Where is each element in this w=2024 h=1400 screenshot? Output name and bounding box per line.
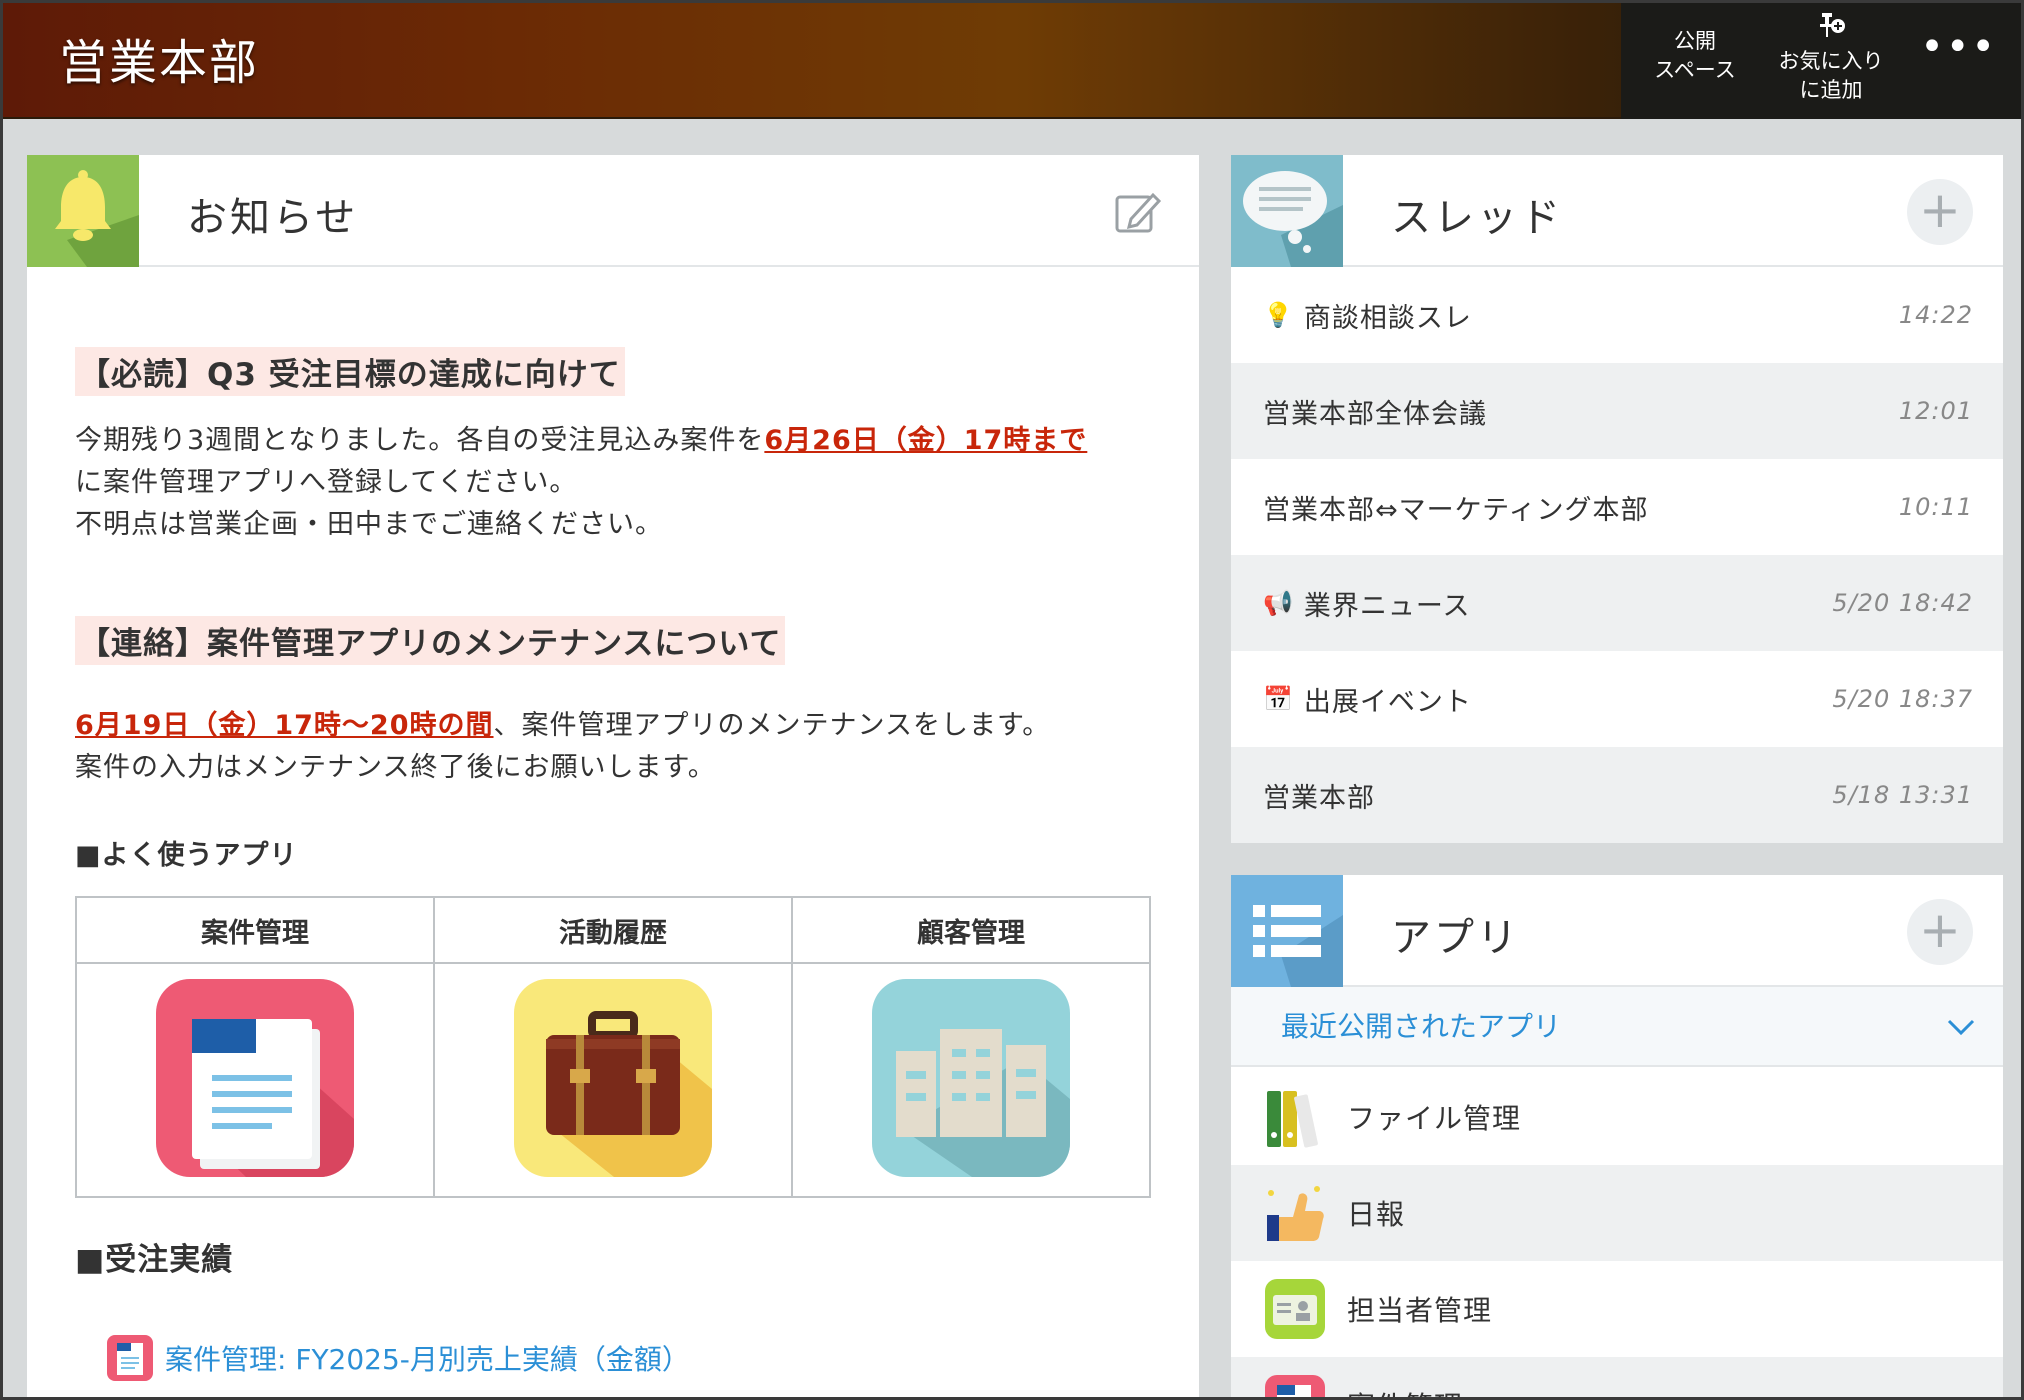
app-name: 日報: [1347, 1198, 1406, 1231]
frequent-apps-table: 案件管理 活動履歴 顧客管理: [75, 896, 1151, 1198]
thread-name: 営業本部⇔マーケティング本部: [1263, 494, 1649, 526]
app-list: ファイル管理 日報 担当者管理: [1231, 1069, 2003, 1397]
table-cell: [791, 962, 1151, 1198]
thread-item[interactable]: 営業本部全体会議 12:01: [1231, 363, 2003, 459]
case-management-small-icon: [107, 1335, 153, 1381]
thumbs-up-icon: [1263, 1181, 1327, 1245]
thread-name: 営業本部: [1263, 782, 1375, 814]
notice-heading-2: 【連絡】案件管理アプリのメンテナンスについて: [75, 616, 786, 665]
maintenance-schedule-link[interactable]: 6月19日（金）17時〜20時の間: [75, 710, 494, 741]
thread-name: 出展イベント: [1303, 686, 1472, 718]
list-icon: [1231, 875, 1343, 987]
thread-name: 業界ニュース: [1303, 590, 1471, 622]
thread-time: 5/18 13:31: [1832, 781, 1973, 809]
apps-header: アプリ +: [1231, 875, 2003, 987]
table-header: 案件管理: [75, 896, 435, 964]
notice-text-1-after: に案件管理アプリへ登録してください。: [75, 467, 578, 498]
case-management-icon: [1263, 1373, 1327, 1397]
table-header: 顧客管理: [791, 896, 1151, 964]
thread-item[interactable]: 📢 業界ニュース 5/20 18:42: [1231, 555, 2003, 651]
notice-text-2-after: 、案件管理アプリのメンテナンスをします。: [493, 710, 1051, 741]
add-favorite-button[interactable]: お気に入り に追加: [1771, 11, 1891, 105]
add-thread-button[interactable]: +: [1907, 179, 1973, 245]
pin-plus-icon: [1771, 11, 1891, 47]
app-list-item[interactable]: 日報: [1231, 1165, 2003, 1261]
space-title: 営業本部: [59, 35, 260, 91]
orders-heading: ■受注実績: [75, 1242, 234, 1278]
app-name: 担当者管理: [1347, 1294, 1493, 1327]
threads-title: スレッド: [1391, 195, 1563, 241]
notice-title: お知らせ: [187, 195, 359, 241]
notice-text-2-line2: 案件の入力はメンテナンス終了後にお願いします。: [75, 752, 716, 783]
binders-icon: [1263, 1085, 1327, 1149]
notice-header: お知らせ: [27, 155, 1199, 267]
sales-report-link[interactable]: 案件管理: FY2025-月別売上実績（金額）: [107, 1335, 1175, 1381]
app-list-item[interactable]: ファイル管理: [1231, 1069, 2003, 1165]
public-space-button[interactable]: 公開 スペース: [1647, 27, 1743, 85]
thread-name: 営業本部全体会議: [1263, 398, 1487, 430]
frequent-apps-heading: ■よく使うアプリ: [75, 840, 298, 871]
thread-item[interactable]: 営業本部⇔マーケティング本部 10:11: [1231, 459, 2003, 555]
table-header: 活動履歴: [433, 896, 793, 964]
case-management-app-icon[interactable]: [156, 979, 354, 1177]
notice-item-1: 【必読】Q3 受注目標の達成に向けて 今期残り3週間となりました。各自の受注見込…: [75, 347, 1175, 546]
bell-icon: [27, 155, 139, 267]
header-actions: 公開 スペース お気に入り に追加 •••: [1621, 3, 2021, 119]
recent-apps-dropdown[interactable]: 最近公開されたアプリ: [1231, 987, 2003, 1067]
thread-time: 14:22: [1898, 301, 1973, 329]
app-list-item[interactable]: 担当者管理: [1231, 1261, 2003, 1357]
recent-apps-label: 最近公開されたアプリ: [1281, 1010, 1562, 1043]
add-app-button[interactable]: +: [1907, 899, 1973, 965]
notice-body: 【必読】Q3 受注目標の達成に向けて 今期残り3週間となりました。各自の受注見込…: [75, 347, 1175, 1381]
add-favorite-label: お気に入り に追加: [1778, 49, 1884, 102]
threads-header: スレッド +: [1231, 155, 2003, 267]
apps-title: アプリ: [1391, 915, 1520, 961]
thread-list: 💡 商談相談スレ 14:22 営業本部全体会議 12:01 営業本部⇔マーケティン…: [1231, 267, 2003, 843]
space-header: 営業本部 公開 スペース お気に入り に追加 •••: [3, 3, 2021, 119]
app-name: 案件管理: [1347, 1385, 1463, 1397]
lightbulb-icon: 💡: [1263, 301, 1294, 329]
thread-time: 5/20 18:37: [1832, 685, 1973, 713]
apps-panel: アプリ + 最近公開されたアプリ ファイル管理 日報 担当者管理: [1231, 875, 2003, 1397]
calendar-icon: 📅: [1263, 685, 1294, 713]
megaphone-icon: 📢: [1263, 589, 1294, 617]
app-name: ファイル管理: [1347, 1102, 1522, 1135]
more-options-icon[interactable]: •••: [1920, 27, 1997, 67]
table-cell: [433, 962, 793, 1198]
notice-heading-1: 【必読】Q3 受注目標の達成に向けて: [75, 347, 625, 396]
notice-text-1: 今期残り3週間となりました。各自の受注見込み案件を6月26日（金）17時まで に…: [75, 420, 1175, 546]
deadline-link[interactable]: 6月26日（金）17時まで: [764, 425, 1087, 456]
thread-time: 5/20 18:42: [1832, 589, 1973, 617]
thread-time: 12:01: [1898, 397, 1973, 425]
speech-bubble-icon: [1231, 155, 1343, 267]
app-list-item[interactable]: 案件管理: [1231, 1357, 2003, 1397]
threads-panel: スレッド + 💡 商談相談スレ 14:22 営業本部全体会議 12:01 営業本部…: [1231, 155, 2003, 843]
notice-text-1-before: 今期残り3週間となりました。各自の受注見込み案件を: [75, 425, 765, 456]
table-cell: [75, 962, 435, 1198]
customer-management-app-icon[interactable]: [872, 979, 1070, 1177]
notice-item-2: 【連絡】案件管理アプリのメンテナンスについて 6月19日（金）17時〜20時の間…: [75, 616, 1175, 789]
app-window: 営業本部 公開 スペース お気に入り に追加 ••• お知らせ 【必読】Q3 受…: [0, 0, 2024, 1400]
notice-panel: お知らせ 【必読】Q3 受注目標の達成に向けて 今期残り3週間となりました。各自…: [27, 155, 1199, 1397]
thread-time: 10:11: [1898, 493, 1973, 521]
activity-history-app-icon[interactable]: [514, 979, 712, 1177]
thread-item[interactable]: 💡 商談相談スレ 14:22: [1231, 267, 2003, 363]
notice-text-2: 6月19日（金）17時〜20時の間、案件管理アプリのメンテナンスをします。 案件…: [75, 705, 1175, 789]
thread-item[interactable]: 📅 出展イベント 5/20 18:37: [1231, 651, 2003, 747]
edit-icon[interactable]: [1113, 187, 1163, 237]
sales-report-label: 案件管理: FY2025-月別売上実績（金額）: [165, 1343, 690, 1376]
notice-text-1-line3: 不明点は営業企画・田中までご連絡ください。: [75, 509, 663, 540]
id-card-icon: [1263, 1277, 1327, 1341]
thread-name: 商談相談スレ: [1303, 302, 1472, 334]
thread-item[interactable]: 営業本部 5/18 13:31: [1231, 747, 2003, 843]
